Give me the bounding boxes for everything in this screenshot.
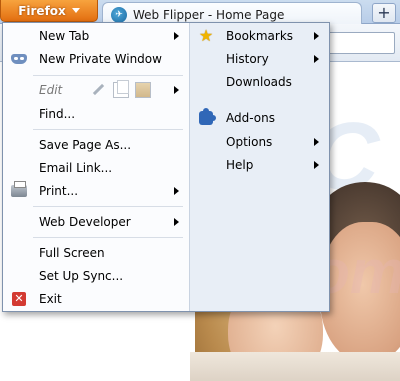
chevron-right-icon (174, 187, 179, 195)
chevron-right-icon (314, 138, 319, 146)
menu-item-label: Add-ons (226, 111, 275, 125)
menu-item-label: Find... (39, 107, 76, 121)
menu-item-print[interactable]: Print... (3, 180, 189, 202)
menu-item-label: New Private Window (39, 52, 162, 66)
menu-item-exit[interactable]: ✕ Exit (3, 288, 189, 310)
menu-item-web-developer[interactable]: Web Developer (3, 211, 189, 233)
menu-item-label: Options (226, 135, 273, 149)
menu-item-label: Bookmarks (226, 29, 294, 43)
menu-item-label: Web Developer (39, 215, 131, 229)
tab-title: Web Flipper - Home Page (133, 7, 285, 22)
menu-item-label: New Tab (39, 29, 90, 43)
star-icon: ★ (198, 26, 214, 45)
puzzle-icon (198, 108, 216, 126)
copy-icon[interactable] (113, 80, 129, 98)
menu-item-history[interactable]: History (190, 48, 329, 70)
menu-item-label: Exit (39, 292, 62, 306)
firefox-app-menu: New Tab New Private Window Edit Find... … (2, 22, 330, 312)
private-window-icon (11, 51, 27, 67)
menu-item-full-screen[interactable]: Full Screen (3, 242, 189, 264)
menu-item-add-ons[interactable]: Add-ons (190, 107, 329, 129)
menu-item-label: Set Up Sync... (39, 269, 124, 283)
chevron-right-icon (314, 55, 319, 63)
menu-item-find[interactable]: Find... (3, 103, 189, 125)
menu-item-label: Downloads (226, 75, 292, 89)
menu-item-label: Help (226, 158, 254, 172)
paste-icon[interactable] (135, 82, 151, 98)
new-tab-button[interactable]: + (372, 3, 396, 23)
menu-item-set-up-sync[interactable]: Set Up Sync... (3, 265, 189, 287)
menu-item-label: History (226, 52, 269, 66)
menu-item-downloads[interactable]: Downloads (190, 71, 329, 93)
exit-icon: ✕ (11, 291, 27, 307)
firefox-menu-button[interactable]: Firefox (0, 0, 98, 22)
chevron-right-icon (314, 161, 319, 169)
menu-item-options[interactable]: Options (190, 131, 329, 153)
menu-right-column: ★ Bookmarks History Downloads Add-ons Op… (189, 23, 329, 311)
menu-separator (33, 75, 183, 76)
chevron-down-icon (71, 8, 80, 13)
menu-item-label: Edit (39, 83, 63, 97)
menu-item-email-link[interactable]: Email Link... (3, 157, 189, 179)
firefox-menu-label: Firefox (18, 3, 66, 18)
menu-item-new-private-window[interactable]: New Private Window (3, 48, 189, 70)
menu-item-label: Full Screen (39, 246, 105, 260)
menu-item-help[interactable]: Help (190, 154, 329, 176)
cut-icon[interactable] (91, 82, 107, 98)
menu-item-bookmarks[interactable]: ★ Bookmarks (190, 25, 329, 47)
site-favicon-icon: ✈ (111, 6, 127, 23)
menu-item-new-tab[interactable]: New Tab (3, 25, 189, 47)
photo-shirt (190, 352, 400, 381)
menu-item-label: Email Link... (39, 161, 113, 175)
menu-item-label: Save Page As... (39, 138, 132, 152)
chevron-right-icon (314, 32, 319, 40)
menu-separator (33, 206, 183, 207)
printer-icon (11, 181, 27, 199)
chevron-right-icon (174, 218, 179, 226)
menu-left-column: New Tab New Private Window Edit Find... … (3, 23, 189, 311)
menu-item-label: Print... (39, 184, 79, 198)
chevron-right-icon (174, 86, 179, 94)
chevron-right-icon (174, 32, 179, 40)
menu-item-save-page-as[interactable]: Save Page As... (3, 134, 189, 156)
menu-item-edit[interactable]: Edit (3, 79, 189, 101)
menu-separator (33, 129, 183, 130)
menu-separator (33, 237, 183, 238)
edit-icons (91, 80, 151, 98)
